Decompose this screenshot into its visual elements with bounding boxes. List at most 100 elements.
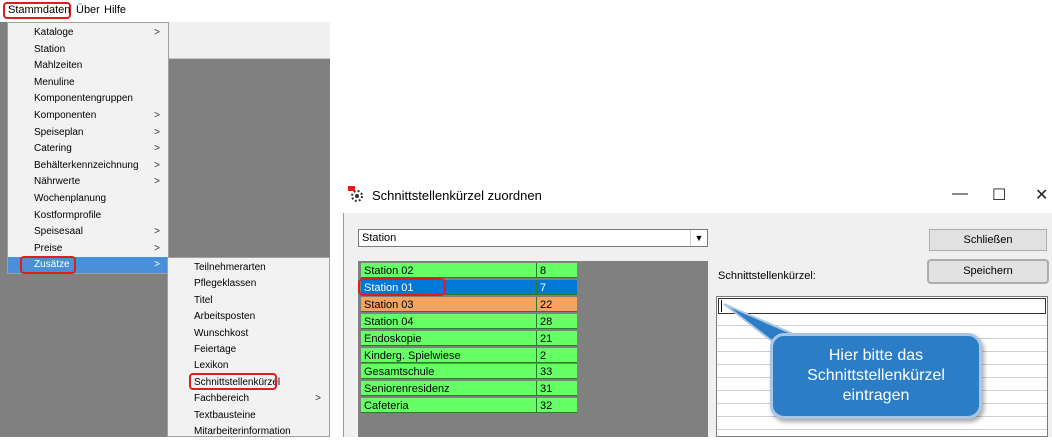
hint-callout: Hier bitte das Schnittstellenkürzel eint…: [770, 333, 982, 419]
schnittstellenkuerzel-label: Schnittstellenkürzel:: [718, 270, 816, 282]
menu-item-label: Nährwerte: [34, 176, 81, 188]
menu-item-label: Kostformprofile: [34, 209, 102, 221]
station-name-cell: Station 03: [361, 296, 537, 312]
station-name-cell: Gesamtschule: [361, 364, 537, 380]
submenu-item-label: Titel: [194, 294, 213, 306]
submenu-item-wunschkost[interactable]: Wunschkost: [168, 326, 329, 342]
station-01-highlight-outline: [358, 278, 446, 296]
zusaetze-submenu: Teilnehmerarten Pflegeklassen Titel Arbeits…: [167, 257, 330, 437]
menu-item-menuline[interactable]: Menuline: [8, 75, 168, 91]
station-name-cell: Station 02: [361, 263, 537, 278]
menu-item-kataloge[interactable]: Kataloge >: [8, 25, 168, 41]
station-code-cell: 33: [537, 364, 577, 380]
submenu-item-label: Mitarbeiterinformation: [194, 426, 291, 437]
menu-hilfe[interactable]: Hilfe: [104, 4, 126, 16]
submenu-item-label: Lexikon: [194, 360, 229, 372]
chevron-right-icon: >: [154, 143, 160, 155]
submenu-item-feiertage[interactable]: Feiertage: [168, 342, 329, 358]
station-combobox[interactable]: Station ▼: [358, 229, 708, 247]
station-name-cell: Kinderg. Spielwiese: [361, 347, 537, 363]
chevron-right-icon: >: [154, 242, 160, 254]
station-code-cell: 31: [537, 381, 577, 397]
menu-item-label: Preise: [34, 242, 63, 254]
maximize-button[interactable]: ☐: [992, 185, 1006, 205]
submenu-item-fachbereich[interactable]: Fachbereich >: [168, 391, 329, 407]
menu-item-komponentengruppen[interactable]: Komponentengruppen: [8, 91, 168, 107]
schnittstellenkuerzel-highlight-outline: [189, 373, 277, 390]
chevron-right-icon: >: [154, 176, 160, 188]
schliessen-button[interactable]: Schließen: [929, 229, 1047, 251]
chevron-right-icon: >: [154, 259, 160, 271]
station-name-cell: Station 04: [361, 313, 537, 329]
menu-stammdaten[interactable]: Stammdaten: [3, 2, 71, 19]
menu-item-label: Kataloge: [34, 27, 74, 38]
menu-item-behälterkennzeichnung[interactable]: Behälterkennzeichnung >: [8, 158, 168, 174]
zusaetze-highlight-outline: [20, 256, 76, 274]
station-code-cell: 2: [537, 347, 577, 363]
menu-item-nährwerte[interactable]: Nährwerte >: [8, 174, 168, 190]
station-code-cell: 28: [537, 313, 577, 329]
submenu-item-textbausteine[interactable]: Textbausteine: [168, 408, 329, 424]
station-name-cell: Endoskopie: [361, 330, 537, 346]
chevron-right-icon: >: [154, 226, 160, 238]
chevron-right-icon: >: [154, 110, 160, 121]
app-gear-icon: [348, 186, 366, 204]
station-code-cell: 8: [537, 263, 577, 278]
menu-item-label: Menuline: [34, 76, 75, 88]
submenu-item-label: Teilnehmerarten: [194, 262, 266, 273]
menu-item-label: Behälterkennzeichnung: [34, 159, 139, 171]
submenu-item-lexikon[interactable]: Lexikon: [168, 358, 329, 374]
chevron-right-icon: >: [315, 393, 321, 405]
chevron-right-icon: >: [154, 27, 160, 38]
callout-text: Hier bitte das Schnittstellenkürzel eint…: [807, 347, 945, 404]
schliessen-button-label: Schließen: [963, 234, 1013, 246]
station-name-cell: Cafeteria: [361, 398, 537, 414]
menu-item-label: Komponenten: [34, 110, 97, 121]
station-code-cell: 22: [537, 296, 577, 312]
menu-item-label: Speisesaal: [34, 226, 83, 238]
station-code-cell: 7: [537, 279, 577, 295]
station-name-cell: Seniorenresidenz: [361, 381, 537, 397]
chevron-right-icon: >: [154, 159, 160, 171]
speichern-button[interactable]: Speichern: [927, 259, 1049, 284]
submenu-item-pflegeklassen[interactable]: Pflegeklassen: [168, 276, 329, 292]
menu-item-catering[interactable]: Catering >: [8, 141, 168, 157]
submenu-item-label: Wunschkost: [194, 327, 249, 339]
menu-item-wochenplanung[interactable]: Wochenplanung: [8, 191, 168, 207]
menu-ueber[interactable]: Über: [76, 4, 100, 16]
menu-item-speiseplan[interactable]: Speiseplan >: [8, 125, 168, 141]
menu-bar: Stammdaten Über Hilfe: [0, 0, 330, 20]
chevron-down-icon[interactable]: ▼: [690, 230, 707, 246]
submenu-item-arbeitsposten[interactable]: Arbeitsposten: [168, 309, 329, 325]
submenu-item-label: Fachbereich: [194, 393, 250, 405]
submenu-item-label: Pflegeklassen: [194, 278, 257, 290]
submenu-item-label: Arbeitsposten: [194, 311, 256, 323]
menu-item-station[interactable]: Station: [8, 42, 168, 58]
menu-item-label: Station: [34, 43, 66, 55]
menu-item-label: Catering: [34, 143, 72, 155]
submenu-item-mitarbeiterinformation[interactable]: Mitarbeiterinformation: [168, 424, 329, 440]
close-window-button[interactable]: ✕: [1035, 185, 1048, 205]
menu-item-label: Komponentengruppen: [34, 93, 133, 105]
chevron-right-icon: >: [154, 126, 160, 138]
submenu-item-label: Textbausteine: [194, 409, 256, 421]
minimize-button[interactable]: —: [952, 185, 968, 203]
menu-item-label: Speiseplan: [34, 126, 84, 138]
menu-item-mahlzeiten[interactable]: Mahlzeiten: [8, 58, 168, 74]
menu-item-speisesaal[interactable]: Speisesaal >: [8, 224, 168, 240]
mdi-toolbar-area: [167, 22, 330, 59]
menu-item-label: Wochenplanung: [34, 193, 107, 204]
dialog-titlebar: Schnittstellenkürzel zuordnen — ☐ ✕: [340, 177, 1052, 213]
menu-item-preise[interactable]: Preise >: [8, 241, 168, 257]
station-code-cell: 32: [537, 398, 577, 414]
combobox-value: Station: [362, 232, 397, 244]
submenu-item-titel[interactable]: Titel: [168, 293, 329, 309]
speichern-button-label: Speichern: [963, 265, 1013, 277]
menu-item-label: Mahlzeiten: [34, 60, 83, 72]
submenu-item-label: Feiertage: [194, 344, 237, 355]
menu-item-komponenten[interactable]: Komponenten >: [8, 108, 168, 124]
menu-item-kostformprofile[interactable]: Kostformprofile: [8, 208, 168, 224]
stammdaten-dropdown: Kataloge > Station Mahlzeiten Menuline Kompon…: [7, 22, 169, 274]
submenu-item-teilnehmerarten[interactable]: Teilnehmerarten: [168, 260, 329, 276]
station-code-cell: 21: [537, 330, 577, 346]
